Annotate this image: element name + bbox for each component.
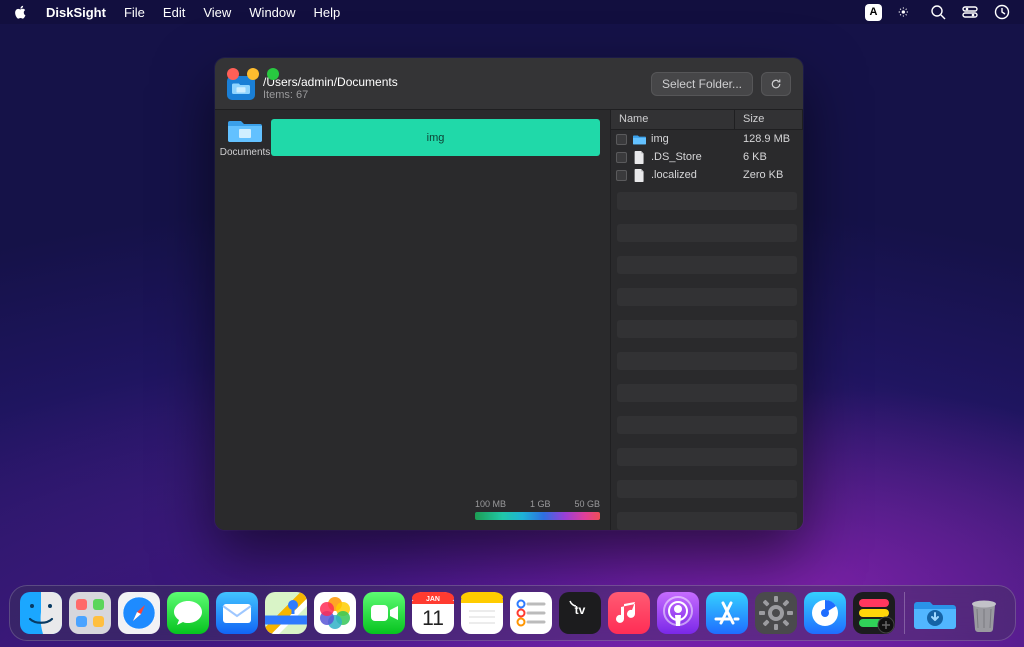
traffic-lights: [227, 68, 279, 80]
menubar-right: A: [865, 4, 1010, 21]
legend-label-2: 1 GB: [530, 499, 551, 509]
empty-row: [617, 288, 797, 306]
dock-podcasts-icon[interactable]: [657, 592, 699, 634]
window-zoom-button[interactable]: [267, 68, 279, 80]
breadcrumb-root-label: Documents: [220, 147, 271, 158]
folder-icon: [631, 133, 647, 146]
row-name: .localized: [647, 169, 735, 181]
dock-safari-icon[interactable]: [118, 592, 160, 634]
row-name: .DS_Store: [647, 151, 735, 163]
dock-reminders-icon[interactable]: [510, 592, 552, 634]
empty-row: [617, 192, 797, 210]
menubar-left: DiskSight File Edit View Window Help: [14, 5, 340, 20]
dock-container: JAN 11 tv: [0, 585, 1024, 641]
dock-facetime-icon[interactable]: [363, 592, 405, 634]
table-row[interactable]: .localized Zero KB: [611, 166, 803, 184]
refresh-button[interactable]: [761, 72, 791, 96]
breadcrumb-root[interactable]: Documents: [221, 116, 269, 158]
empty-row: [617, 320, 797, 338]
spotlight-icon[interactable]: [930, 4, 946, 20]
dock-appstore-icon[interactable]: [706, 592, 748, 634]
menu-help[interactable]: Help: [314, 5, 341, 20]
apple-logo-icon[interactable]: [14, 5, 28, 19]
dock-finder-icon[interactable]: [20, 592, 62, 634]
file-list-body[interactable]: img 128.9 MB .DS_Store 6 KB: [611, 130, 803, 530]
dock-separator: [904, 592, 905, 634]
column-name[interactable]: Name: [611, 110, 735, 129]
empty-row: [617, 352, 797, 370]
dock-settings-icon[interactable]: [755, 592, 797, 634]
column-size[interactable]: Size: [735, 110, 803, 129]
titlebar: /Users/admin/Documents Items: 67 Select …: [215, 58, 803, 110]
window-minimize-button[interactable]: [247, 68, 259, 80]
row-checkbox[interactable]: [616, 134, 627, 145]
svg-text:tv: tv: [574, 603, 585, 617]
empty-row: [617, 480, 797, 498]
row-size: Zero KB: [735, 169, 803, 181]
file-icon: [631, 169, 647, 182]
control-center-icon[interactable]: [962, 4, 978, 20]
table-row[interactable]: .DS_Store 6 KB: [611, 148, 803, 166]
path-folder-icon: [227, 76, 255, 100]
dock-music-icon[interactable]: [608, 592, 650, 634]
menu-window[interactable]: Window: [249, 5, 295, 20]
window-close-button[interactable]: [227, 68, 239, 80]
table-row[interactable]: img 128.9 MB: [611, 130, 803, 148]
dock-messages-icon[interactable]: [167, 592, 209, 634]
empty-row: [617, 448, 797, 466]
menubar: DiskSight File Edit View Window Help A: [0, 0, 1024, 24]
menu-view[interactable]: View: [203, 5, 231, 20]
menu-edit[interactable]: Edit: [163, 5, 185, 20]
size-legend: 100 MB 1 GB 50 GB: [475, 499, 600, 520]
empty-row: [617, 384, 797, 402]
menubar-app-name[interactable]: DiskSight: [46, 5, 106, 20]
treemap-panel: Documents img 100 MB 1 GB 50 GB: [215, 110, 610, 530]
file-list: Name Size img 128.9 MB: [610, 110, 803, 530]
window-content: Documents img 100 MB 1 GB 50 GB Name Siz…: [215, 110, 803, 530]
window-path: /Users/admin/Documents: [263, 75, 398, 89]
dock-tv-icon[interactable]: tv: [559, 592, 601, 634]
menu-file[interactable]: File: [124, 5, 145, 20]
dock-calendar-icon[interactable]: JAN 11: [412, 592, 454, 634]
empty-row: [617, 256, 797, 274]
app-window: /Users/admin/Documents Items: 67 Select …: [215, 58, 803, 530]
input-source-icon[interactable]: A: [865, 4, 882, 21]
dock: JAN 11 tv: [9, 585, 1016, 641]
empty-row: [617, 416, 797, 434]
dock-maps-icon[interactable]: [265, 592, 307, 634]
row-checkbox[interactable]: [616, 152, 627, 163]
dock-photos-icon[interactable]: [314, 592, 356, 634]
legend-gradient: [475, 512, 600, 520]
treemap-block-label: img: [427, 132, 445, 144]
dock-shortcuts-icon[interactable]: [853, 592, 895, 634]
svg-text:JAN: JAN: [425, 596, 439, 603]
legend-label-1: 100 MB: [475, 499, 506, 509]
dock-notes-icon[interactable]: [461, 592, 503, 634]
svg-text:11: 11: [422, 607, 444, 630]
folder-icon: [228, 116, 262, 144]
row-size: 6 KB: [735, 151, 803, 163]
clock-icon[interactable]: [994, 4, 1010, 20]
select-folder-button[interactable]: Select Folder...: [651, 72, 753, 96]
battery-icon[interactable]: [898, 4, 914, 20]
treemap-block-img[interactable]: img: [271, 119, 600, 156]
file-icon: [631, 151, 647, 164]
dock-disksight-icon[interactable]: [804, 592, 846, 634]
window-item-count: Items: 67: [263, 89, 398, 102]
dock-downloads-icon[interactable]: [914, 592, 956, 634]
row-size: 128.9 MB: [735, 133, 803, 145]
row-checkbox[interactable]: [616, 170, 627, 181]
select-folder-label: Select Folder...: [662, 77, 742, 91]
dock-mail-icon[interactable]: [216, 592, 258, 634]
dock-launchpad-icon[interactable]: [69, 592, 111, 634]
row-name: img: [647, 133, 735, 145]
file-list-header: Name Size: [611, 110, 803, 130]
empty-row: [617, 512, 797, 530]
empty-row: [617, 224, 797, 242]
dock-trash-icon[interactable]: [963, 592, 1005, 634]
legend-label-3: 50 GB: [574, 499, 600, 509]
